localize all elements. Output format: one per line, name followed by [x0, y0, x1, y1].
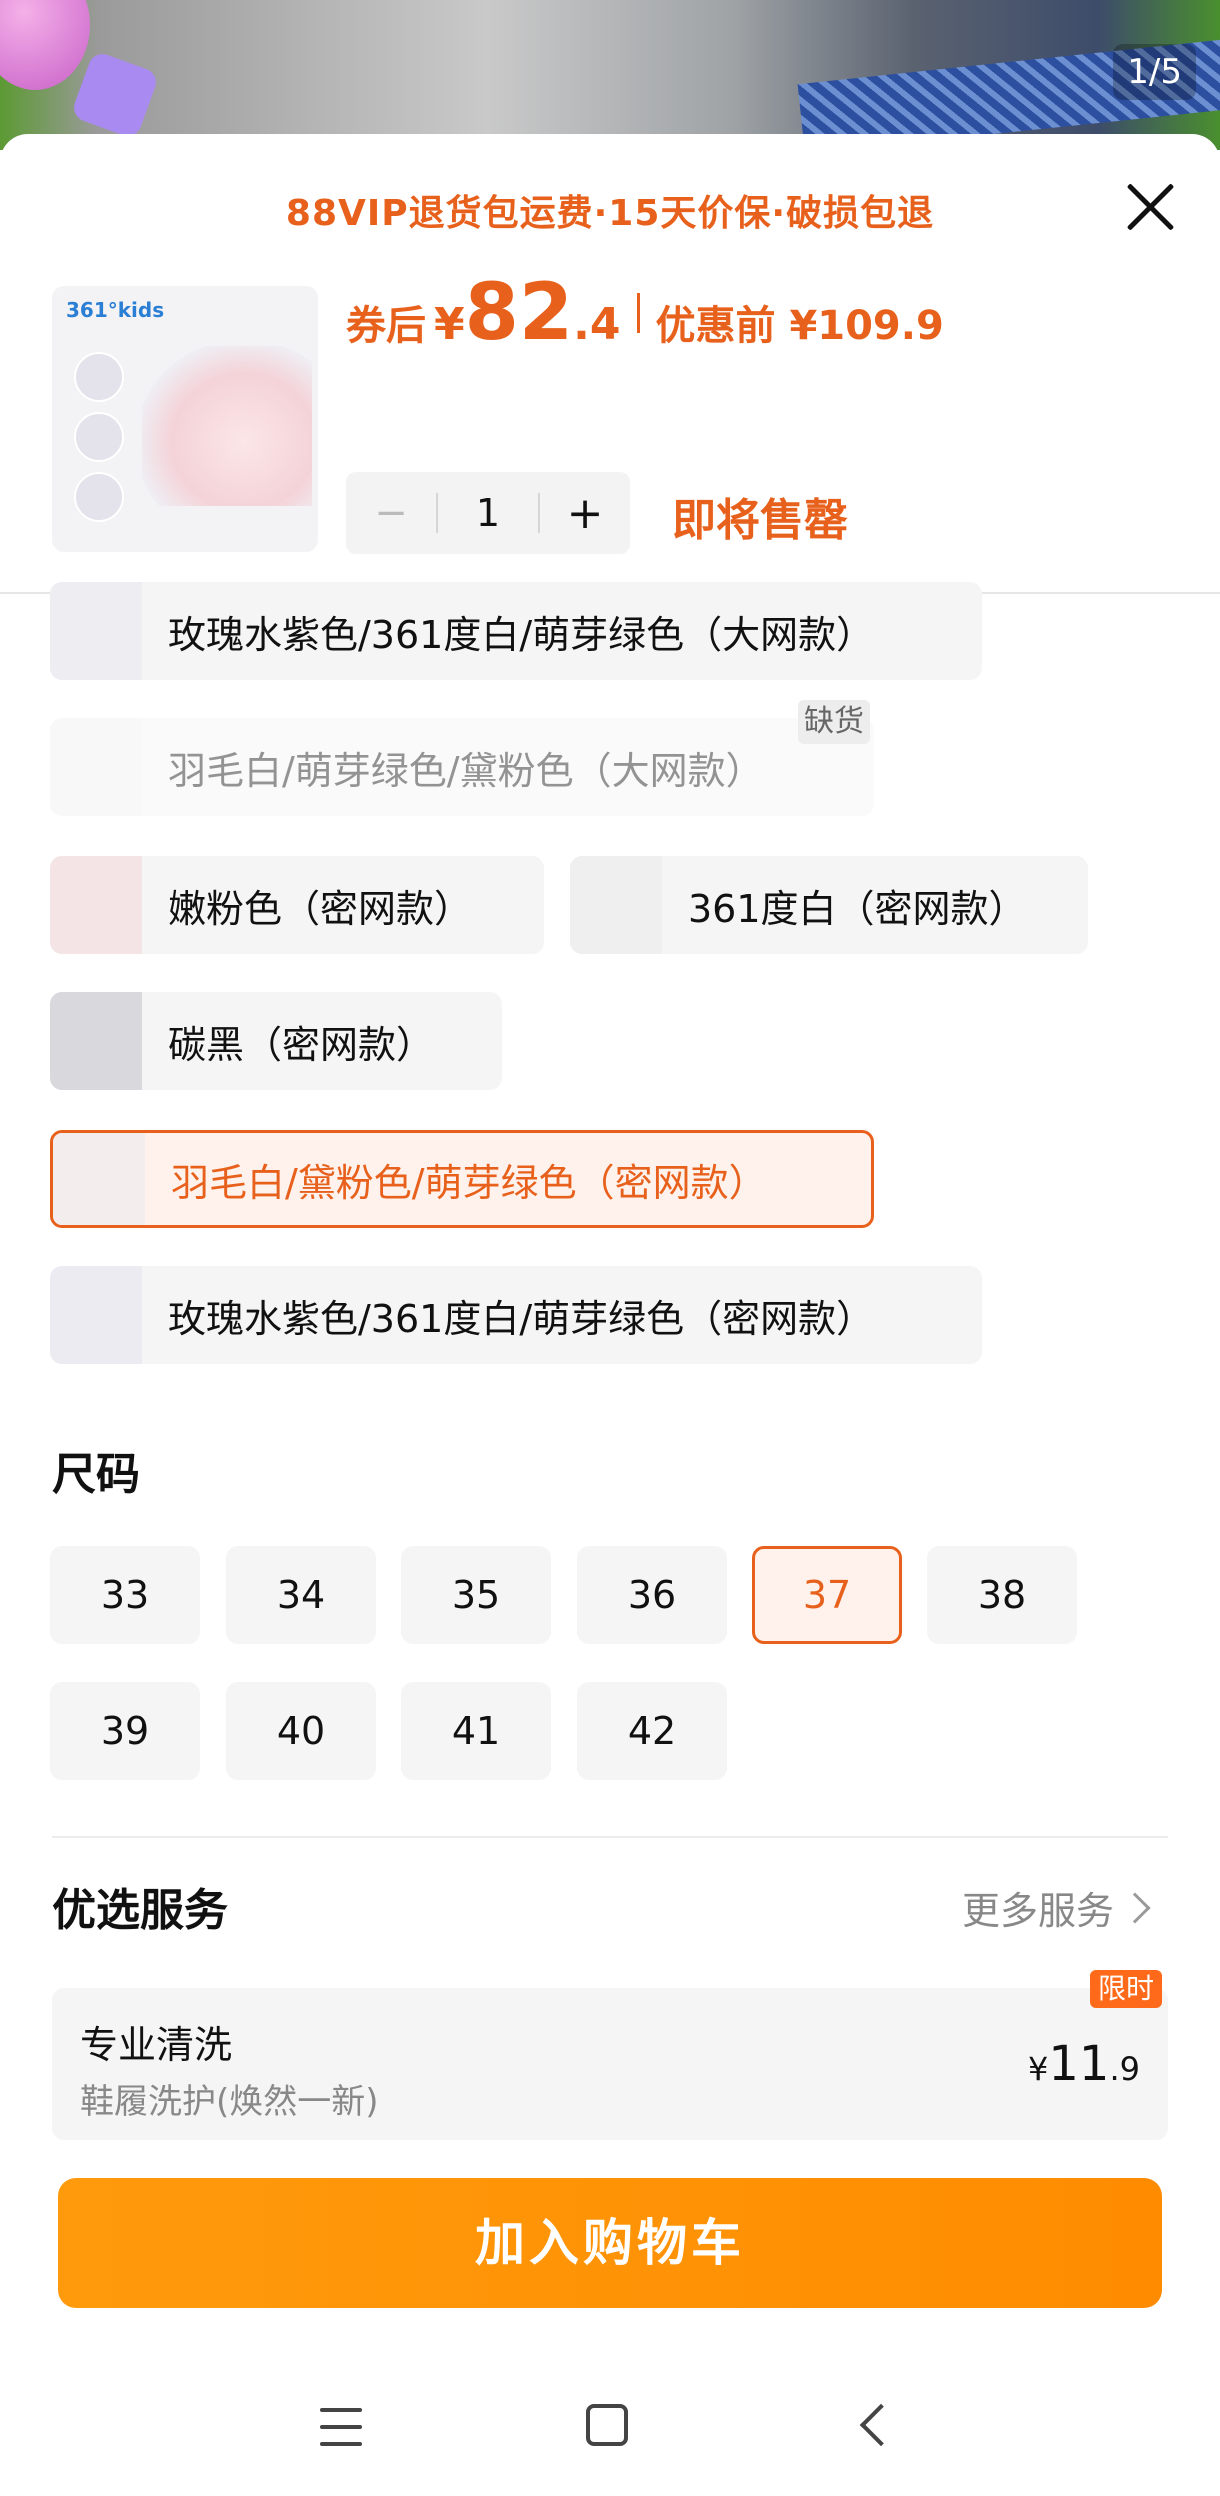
size-option[interactable]: 35	[401, 1546, 551, 1644]
color-option-label: 碳黑（密网款）	[168, 1022, 435, 1067]
color-thumbnail	[50, 582, 142, 680]
add-to-cart-button[interactable]: 加入购物车	[58, 2178, 1162, 2308]
service-price-decimal: .9	[1109, 2050, 1140, 2088]
color-option-label: 羽毛白/萌芽绿色/黛粉色（大网款）	[168, 748, 764, 793]
promo-banner: 88VIP退货包运费·15天价保·破损包退	[285, 193, 935, 234]
color-option[interactable]: 玫瑰水紫色/361度白/萌芽绿色（密网款）	[50, 1266, 982, 1364]
more-services-link[interactable]: 更多服务	[962, 1880, 1151, 1935]
size-option[interactable]: 39	[50, 1682, 200, 1780]
color-option[interactable]: 碳黑（密网款）	[50, 992, 502, 1090]
balloon-decoration	[0, 0, 90, 90]
service-card-cleaning[interactable]: 专业清洗 鞋履洗护(焕然一新) ¥ 11 .9	[52, 1988, 1168, 2140]
quantity-value[interactable]: 1	[438, 491, 538, 535]
more-services-label: 更多服务	[962, 1889, 1115, 1933]
size-option[interactable]: 33	[50, 1546, 200, 1644]
feature-dot-2	[74, 412, 124, 462]
increase-quantity-button[interactable]: +	[540, 488, 630, 539]
size-option[interactable]: 36	[577, 1546, 727, 1644]
gallery-page-indicator: 1/5	[1113, 44, 1196, 100]
color-option-label: 嫩粉色（密网款）	[168, 886, 473, 931]
chevron-right-icon	[1119, 1891, 1151, 1924]
size-option[interactable]: 41	[401, 1682, 551, 1780]
limited-time-badge: 限时	[1090, 1970, 1163, 2008]
currency-symbol: ¥	[434, 299, 465, 350]
size-option-selected[interactable]: 37	[752, 1546, 902, 1644]
product-gallery-background: 1/5	[0, 0, 1220, 150]
product-thumbnail[interactable]: 361°kids	[52, 286, 318, 552]
price-row: 券后 ¥ 82 .4 优惠前 ¥109.9	[346, 268, 944, 358]
color-thumbnail	[50, 718, 142, 816]
color-thumbnail	[50, 856, 142, 954]
brand-logo: 361°kids	[66, 298, 165, 322]
section-divider	[52, 1836, 1168, 1838]
size-option[interactable]: 34	[226, 1546, 376, 1644]
size-option[interactable]: 40	[226, 1682, 376, 1780]
service-description: 鞋履洗护(焕然一新)	[80, 2082, 379, 2122]
shoe-image	[142, 346, 312, 506]
menu-icon[interactable]	[320, 2408, 362, 2446]
after-coupon-label: 券后	[346, 303, 426, 349]
stock-status: 即将售罄	[672, 495, 848, 546]
color-thumbnail	[50, 992, 142, 1090]
color-option-label: 羽毛白/黛粉色/萌芽绿色（密网款）	[171, 1160, 767, 1205]
feature-dot-3	[74, 472, 124, 522]
feature-dot-1	[74, 352, 124, 402]
color-thumbnail	[50, 1266, 142, 1364]
star-decoration	[70, 50, 160, 140]
color-option-label: 玫瑰水紫色/361度白/萌芽绿色（大网款）	[168, 612, 875, 657]
service-price-integer: 11	[1048, 2036, 1110, 2092]
size-section-title: 尺码	[52, 1449, 140, 1500]
color-option[interactable]: 嫩粉色（密网款）	[50, 856, 544, 954]
original-price: 优惠前 ¥109.9	[655, 303, 944, 349]
home-icon[interactable]	[586, 2404, 628, 2446]
price-integer: 82	[464, 268, 574, 358]
size-option[interactable]: 38	[927, 1546, 1077, 1644]
decrease-quantity-button[interactable]: −	[346, 490, 436, 536]
service-name: 专业清洗	[80, 2023, 233, 2067]
out-of-stock-badge: 缺货	[798, 700, 870, 744]
color-option[interactable]: 361度白（密网款）	[570, 856, 1088, 954]
price-separator	[636, 293, 640, 333]
services-section-title: 优选服务	[52, 1885, 228, 1936]
service-price: ¥ 11 .9	[1028, 2036, 1140, 2092]
service-price-currency: ¥	[1028, 2050, 1049, 2088]
size-option[interactable]: 42	[577, 1682, 727, 1780]
price-decimal: .4	[573, 299, 621, 350]
color-option-label: 361度白（密网款）	[688, 886, 1027, 931]
color-option[interactable]: 玫瑰水紫色/361度白/萌芽绿色（大网款）	[50, 582, 982, 680]
color-thumbnail	[53, 1133, 145, 1225]
color-option-label: 玫瑰水紫色/361度白/萌芽绿色（密网款）	[168, 1296, 875, 1341]
color-option-selected[interactable]: 羽毛白/黛粉色/萌芽绿色（密网款）	[50, 1130, 874, 1228]
color-option[interactable]: 羽毛白/萌芽绿色/黛粉色（大网款）	[50, 718, 874, 816]
close-icon[interactable]	[1118, 174, 1182, 238]
quantity-stepper: − 1 +	[346, 472, 630, 554]
color-thumbnail	[570, 856, 662, 954]
